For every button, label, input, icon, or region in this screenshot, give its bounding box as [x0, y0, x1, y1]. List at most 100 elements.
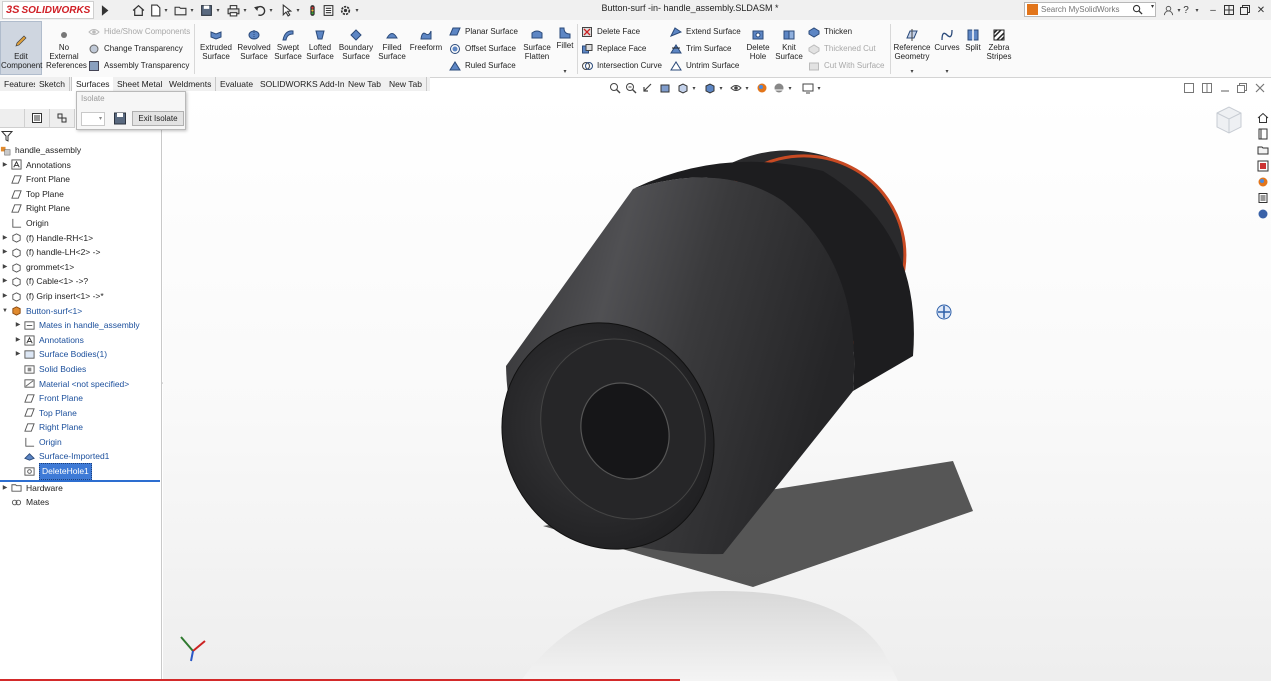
- help-question-icon[interactable]: ?: [1178, 2, 1194, 18]
- tree-item-top-plane[interactable]: Top Plane: [0, 187, 160, 202]
- apply-scene-dropdown-icon[interactable]: ▾: [786, 80, 794, 96]
- save-icon[interactable]: [198, 2, 214, 18]
- tree-item-handle-lh[interactable]: ▶ (f) handle-LH<2> ->: [0, 245, 160, 260]
- thickened-cut-button[interactable]: Thickened Cut: [808, 42, 876, 56]
- viewport-restore-icon[interactable]: [1235, 81, 1249, 95]
- user-account-icon[interactable]: [1160, 2, 1176, 18]
- isolate-save-icon[interactable]: [113, 111, 127, 126]
- previous-view-icon[interactable]: [641, 81, 655, 95]
- zoom-to-fit-icon[interactable]: [608, 81, 622, 95]
- tile-windows-icon[interactable]: [1221, 2, 1237, 18]
- intersection-curve-button[interactable]: Intersection Curve: [581, 59, 662, 73]
- design-library-icon[interactable]: [1256, 127, 1270, 141]
- fillet-dropdown-icon[interactable]: ▾: [561, 63, 569, 79]
- tree-item-hardware[interactable]: ▶ Hardware: [0, 481, 160, 496]
- reference-geometry-dropdown-icon[interactable]: ▾: [908, 63, 916, 79]
- file-explorer-icon[interactable]: [1256, 143, 1270, 157]
- menu-expand-arrow-icon[interactable]: [96, 2, 112, 18]
- fillet-button[interactable]: Fillet: [555, 26, 575, 50]
- reference-geometry-button[interactable]: Reference Geometry: [893, 28, 931, 61]
- undo-icon[interactable]: [251, 2, 267, 18]
- zebra-stripes-button[interactable]: Zebra Stripes: [985, 28, 1013, 61]
- tree-item-mates[interactable]: Mates: [0, 495, 160, 510]
- expand-arrow-icon[interactable]: ▶: [1, 231, 9, 246]
- search-icon[interactable]: [1132, 4, 1143, 15]
- tree-child-origin[interactable]: Origin: [0, 435, 160, 450]
- tree-item-front-plane[interactable]: Front Plane: [0, 172, 160, 187]
- view-orientation-icon[interactable]: [676, 81, 690, 95]
- tab-weldments[interactable]: Weldments: [165, 77, 217, 91]
- split-button[interactable]: Split: [961, 28, 985, 52]
- curves-button[interactable]: Curves: [933, 28, 961, 52]
- apply-scene-icon[interactable]: [772, 81, 786, 95]
- solidworks-logo[interactable]: 3S SOLIDWORKS: [2, 1, 94, 19]
- tree-child-annotations[interactable]: ▶ Annotations: [0, 333, 160, 348]
- assembly-transparency-button[interactable]: Assembly Transparency: [88, 59, 189, 73]
- tab-sheet-metal[interactable]: Sheet Metal: [113, 77, 168, 91]
- edit-appearance-icon[interactable]: [755, 81, 769, 95]
- tree-child-right-plane[interactable]: Right Plane: [0, 420, 160, 435]
- extend-surface-button[interactable]: Extend Surface: [670, 25, 741, 39]
- expand-arrow-icon[interactable]: ▶: [1, 274, 9, 289]
- open-dropdown-icon[interactable]: ▾: [188, 2, 196, 18]
- search-input[interactable]: [1025, 3, 1141, 15]
- print-icon[interactable]: [225, 2, 241, 18]
- expand-arrow-icon[interactable]: ▶: [14, 318, 22, 333]
- display-style-dropdown-icon[interactable]: ▾: [717, 80, 725, 96]
- ruled-surface-button[interactable]: Ruled Surface: [449, 59, 516, 73]
- search-dropdown-icon[interactable]: ▾: [1151, 3, 1154, 10]
- curves-dropdown-icon[interactable]: ▾: [943, 63, 951, 79]
- open-folder-icon[interactable]: [172, 2, 188, 18]
- tab-surfaces[interactable]: Surfaces: [71, 77, 115, 91]
- home-icon[interactable]: [130, 2, 146, 18]
- feature-tree-tab[interactable]: [0, 109, 25, 127]
- view-palette-icon[interactable]: [1256, 159, 1270, 173]
- tree-child-material[interactable]: Material <not specified>: [0, 377, 160, 392]
- hide-show-items-icon[interactable]: [729, 81, 743, 95]
- display-style-icon[interactable]: [703, 81, 717, 95]
- undo-dropdown-icon[interactable]: ▾: [267, 2, 275, 18]
- view-settings-dropdown-icon[interactable]: ▾: [815, 80, 823, 96]
- expand-arrow-icon[interactable]: ▶: [1, 158, 9, 173]
- edit-component-button[interactable]: Edit Component: [0, 21, 42, 75]
- knit-surface-button[interactable]: Knit Surface: [774, 28, 804, 61]
- viewport-split-icon[interactable]: [1200, 81, 1214, 95]
- select-arrow-icon[interactable]: [278, 2, 294, 18]
- tab-evaluate[interactable]: Evaluate: [216, 77, 259, 91]
- search-box[interactable]: ▾: [1024, 2, 1156, 17]
- freeform-button[interactable]: Freeform: [408, 28, 444, 52]
- tree-child-front-plane[interactable]: Front Plane: [0, 391, 160, 406]
- filled-surface-button[interactable]: Filled Surface: [376, 28, 408, 61]
- viewport-close-icon[interactable]: [1253, 81, 1267, 95]
- revolved-surface-button[interactable]: Revolved Surface: [236, 28, 272, 61]
- new-dropdown-icon[interactable]: ▾: [162, 2, 170, 18]
- tab-sketch[interactable]: Sketch: [35, 77, 70, 91]
- tree-item-button-surf[interactable]: ▼ Button-surf<1>: [0, 304, 160, 319]
- rebuild-traffic-light-icon[interactable]: [304, 2, 320, 18]
- expand-arrow-icon[interactable]: ▶: [1, 481, 9, 496]
- collapse-arrow-icon[interactable]: ▼: [1, 304, 9, 319]
- expand-arrow-icon[interactable]: ▶: [14, 333, 22, 348]
- expand-arrow-icon[interactable]: ▶: [1, 289, 9, 304]
- trim-surface-button[interactable]: Trim Surface: [670, 42, 732, 56]
- expand-arrow-icon[interactable]: ▶: [14, 347, 22, 362]
- offset-surface-button[interactable]: Offset Surface: [449, 42, 516, 56]
- tree-child-solid-bodies[interactable]: Solid Bodies: [0, 362, 160, 377]
- tab-solidworks-add-ins[interactable]: SOLIDWORKS Add-Ins: [256, 77, 354, 91]
- property-manager-tab[interactable]: [25, 109, 50, 127]
- tree-root[interactable]: handle_assembly: [0, 143, 160, 158]
- replace-face-button[interactable]: Replace Face: [581, 42, 646, 56]
- tab-new-tab-1[interactable]: New Tab: [344, 77, 386, 91]
- swept-surface-button[interactable]: Swept Surface: [272, 28, 304, 61]
- tree-item-origin[interactable]: Origin: [0, 216, 160, 231]
- surface-flatten-button[interactable]: Surface Flatten: [520, 28, 554, 61]
- restore-window-icon[interactable]: [1237, 2, 1253, 18]
- graphics-area[interactable]: [163, 91, 1271, 681]
- planar-surface-button[interactable]: Planar Surface: [449, 25, 518, 39]
- zoom-to-area-icon[interactable]: [624, 81, 638, 95]
- expand-arrow-icon[interactable]: ▶: [1, 245, 9, 260]
- untrim-surface-button[interactable]: Untrim Surface: [670, 59, 739, 73]
- help-dropdown-icon[interactable]: ▾: [1193, 2, 1201, 18]
- tree-child-surface-imported[interactable]: Surface-Imported1: [0, 449, 160, 464]
- viewport-minimize-icon[interactable]: [1218, 81, 1232, 95]
